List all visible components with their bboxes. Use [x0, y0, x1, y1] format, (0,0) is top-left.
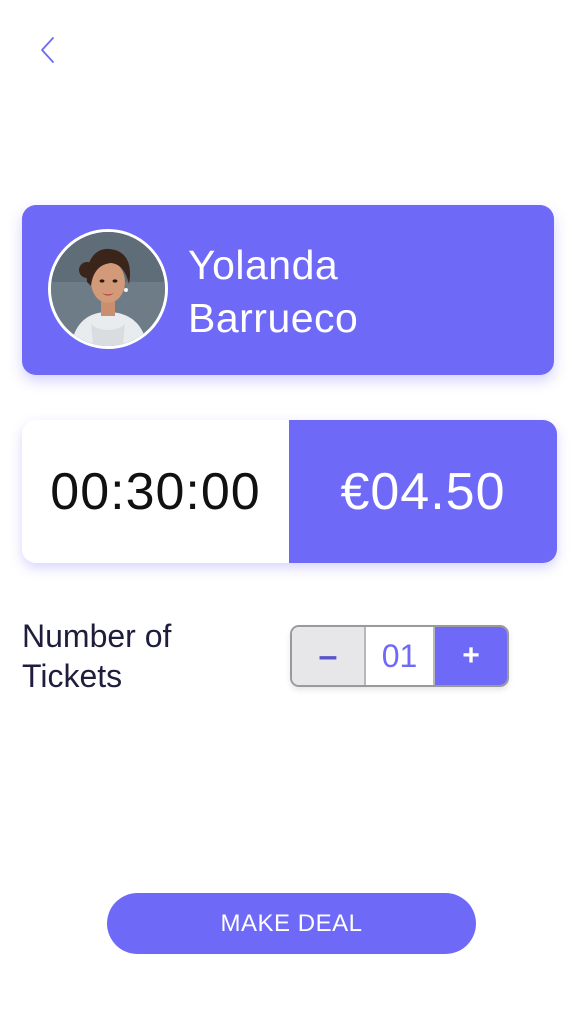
- tickets-label-line2: Tickets: [22, 658, 123, 694]
- profile-first-name: Yolanda: [188, 242, 339, 288]
- profile-card: Yolanda Barrueco: [22, 205, 554, 375]
- profile-name: Yolanda Barrueco: [188, 239, 528, 345]
- avatar: [48, 229, 168, 349]
- deal-summary-card: 00:30:00 €04.50: [22, 420, 557, 563]
- tickets-label-line1: Number of: [22, 618, 172, 654]
- chevron-left-icon: [38, 35, 58, 70]
- price-value: €04.50: [289, 420, 557, 563]
- profile-last-name: Barrueco: [188, 295, 359, 341]
- make-deal-button[interactable]: MAKE DEAL: [107, 893, 476, 954]
- back-button[interactable]: [30, 32, 66, 72]
- ticket-count: 01: [364, 627, 435, 685]
- increment-button[interactable]: +: [435, 627, 507, 685]
- tickets-label: Number of Tickets: [22, 616, 262, 696]
- duration-value: 00:30:00: [22, 420, 289, 563]
- decrement-button[interactable]: –: [292, 627, 364, 685]
- ticket-quantity-stepper: – 01 +: [290, 625, 509, 687]
